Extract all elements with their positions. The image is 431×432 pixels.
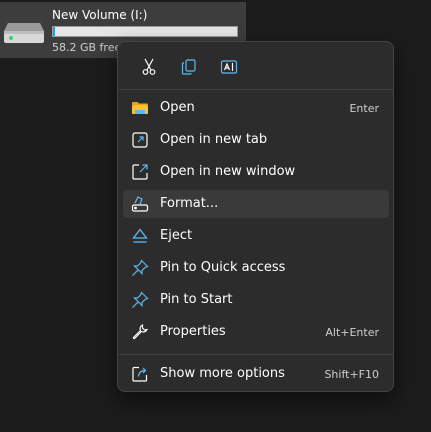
rename-button[interactable] — [214, 52, 244, 82]
drive-usage-fill — [53, 27, 55, 36]
menu-separator — [118, 89, 393, 90]
open-new-tab-icon — [131, 131, 149, 149]
menu-item-shortcut: Shift+F10 — [324, 368, 379, 381]
menu-item-properties[interactable]: Properties Alt+Enter — [123, 318, 389, 346]
menu-item-open-in-new-tab[interactable]: Open in new tab — [123, 126, 389, 154]
pin-icon — [131, 259, 149, 277]
menu-item-label: Format... — [160, 196, 219, 211]
drive-name: New Volume (I:) — [52, 8, 148, 22]
scissors-icon — [140, 58, 158, 76]
folder-icon — [131, 99, 149, 117]
menu-item-label: Open in new window — [160, 164, 296, 179]
menu-item-label: Properties — [160, 324, 226, 339]
menu-item-label: Pin to Quick access — [160, 260, 286, 275]
drive-usage-bar — [52, 26, 238, 37]
rename-icon — [220, 58, 238, 76]
eject-icon — [131, 227, 149, 245]
hard-drive-icon — [3, 22, 45, 44]
menu-item-label: Pin to Start — [160, 292, 233, 307]
menu-item-label: Open — [160, 100, 195, 115]
copy-button[interactable] — [174, 52, 204, 82]
copy-icon — [180, 58, 198, 76]
menu-item-show-more-options[interactable]: Show more options Shift+F10 — [123, 360, 389, 388]
desktop-background: New Volume (I:) 58.2 GB free Open Enter … — [0, 0, 431, 432]
menu-item-label: Eject — [160, 228, 193, 243]
menu-item-label: Open in new tab — [160, 132, 268, 147]
context-menu: Open Enter Open in new tab Open in new w… — [117, 41, 394, 392]
menu-item-eject[interactable]: Eject — [123, 222, 389, 250]
menu-item-open[interactable]: Open Enter — [123, 94, 389, 122]
menu-item-shortcut: Enter — [349, 102, 379, 115]
menu-item-open-in-new-window[interactable]: Open in new window — [123, 158, 389, 186]
pin-icon — [131, 291, 149, 309]
drive-free-space: 58.2 GB free — [52, 41, 122, 54]
menu-item-shortcut: Alt+Enter — [325, 326, 379, 339]
format-drive-icon — [131, 195, 149, 213]
menu-item-pin-to-quick-access[interactable]: Pin to Quick access — [123, 254, 389, 282]
menu-item-label: Show more options — [160, 366, 285, 381]
menu-item-format[interactable]: Format... — [123, 190, 389, 218]
cut-button[interactable] — [134, 52, 164, 82]
menu-item-pin-to-start[interactable]: Pin to Start — [123, 286, 389, 314]
menu-separator — [118, 354, 393, 355]
wrench-icon — [131, 323, 149, 341]
share-icon — [131, 365, 149, 383]
open-new-window-icon — [131, 163, 149, 181]
